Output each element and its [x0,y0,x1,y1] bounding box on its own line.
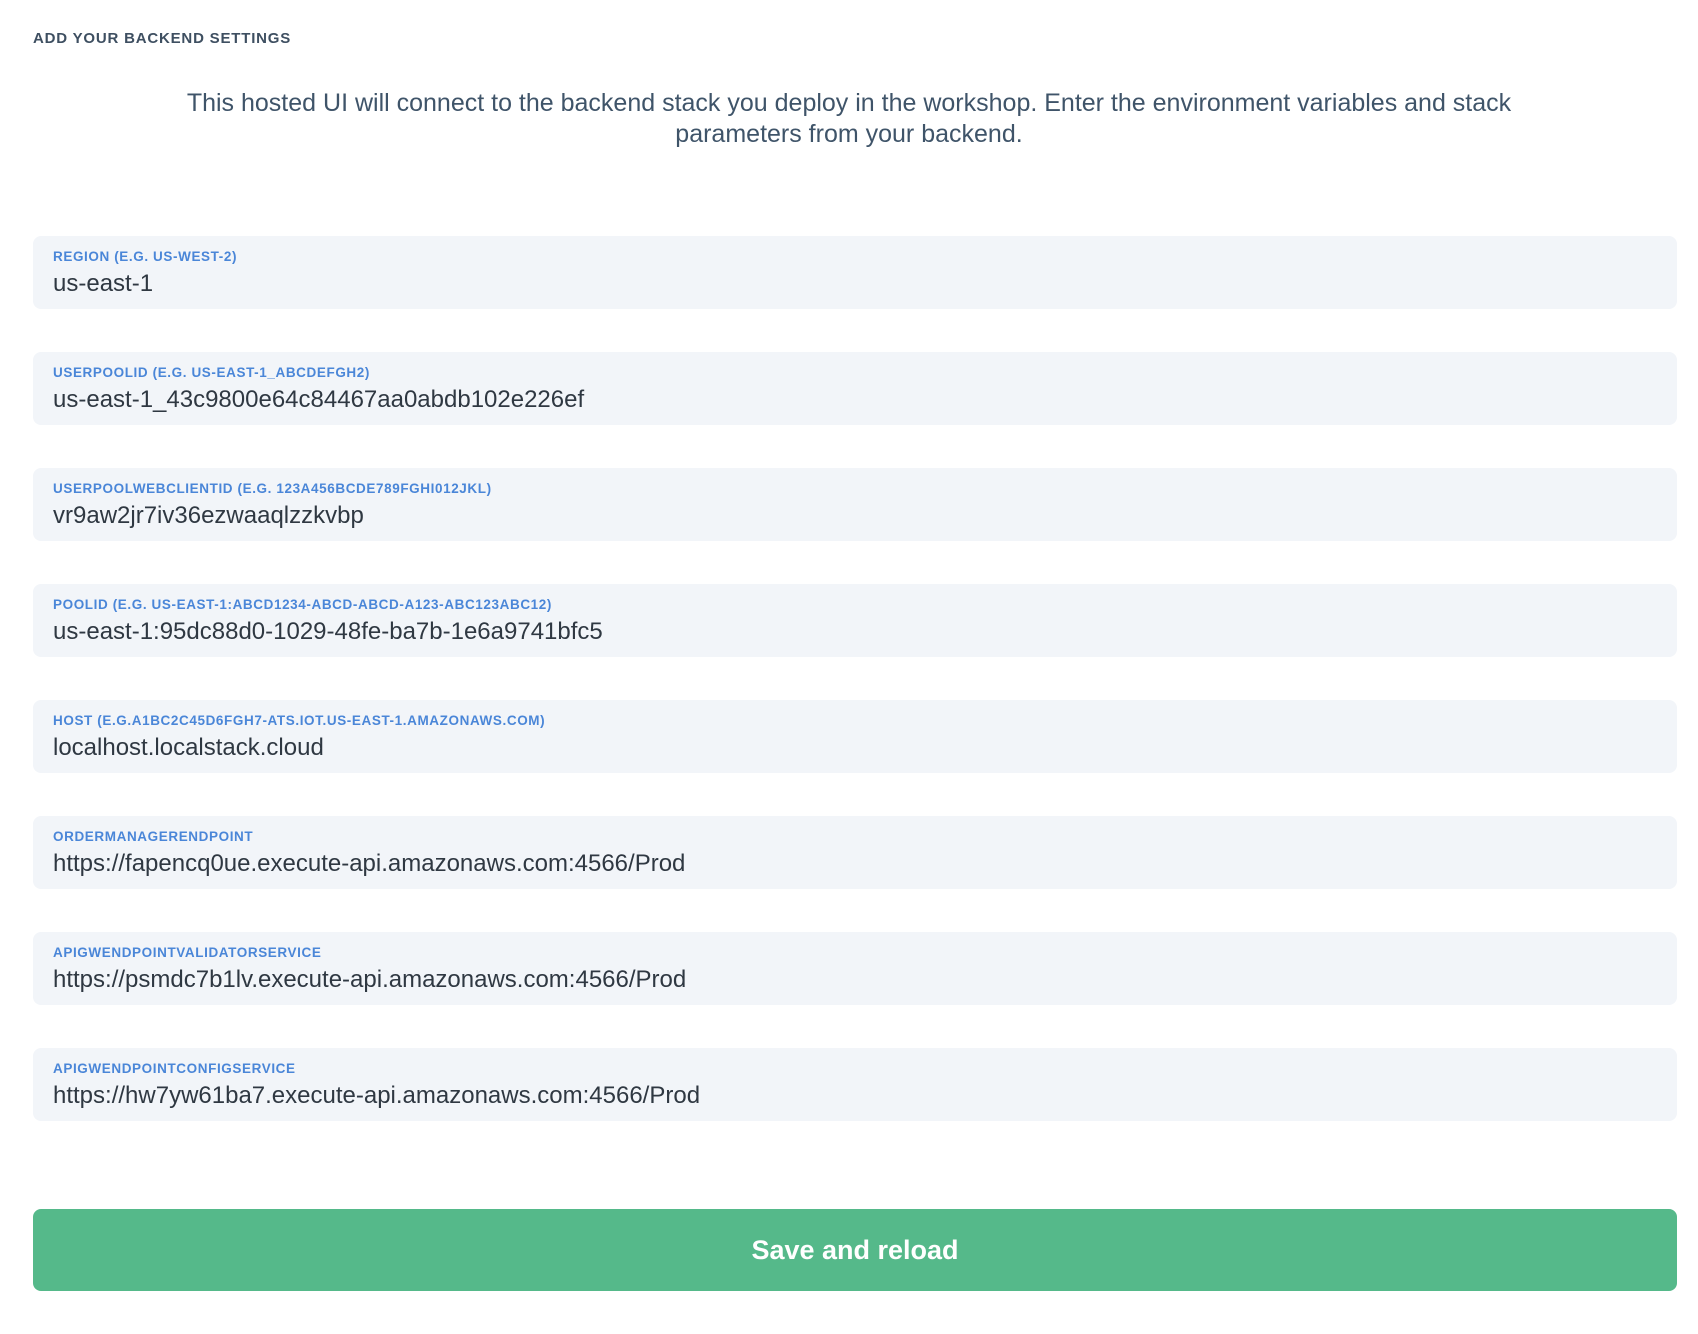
ordermanagerendpoint-input[interactable] [53,849,1657,879]
apigwendpointconfigservice-field: APIGWENDPOINTCONFIGSERVICE [33,1048,1677,1121]
page-subtitle: This hosted UI will connect to the backe… [149,88,1549,149]
apigwendpointvalidatorservice-input[interactable] [53,965,1657,995]
page-title: ADD YOUR BACKEND SETTINGS [33,30,1698,48]
save-and-reload-button[interactable]: Save and reload [33,1209,1677,1291]
poolid-input[interactable] [53,617,1657,647]
poolid-field: POOLID (E.G. US-EAST-1:ABCD1234-ABCD-ABC… [33,584,1677,657]
apigwendpointvalidatorservice-field: APIGWENDPOINTVALIDATORSERVICE [33,932,1677,1005]
apigwendpointconfigservice-label: APIGWENDPOINTCONFIGSERVICE [53,1061,1657,1077]
region-field: REGION (E.G. US-WEST-2) [33,236,1677,309]
settings-form: REGION (E.G. US-WEST-2) USERPOOLID (E.G.… [0,236,1698,1121]
host-field: HOST (E.G.A1BC2C45D6FGH7-ATS.IOT.US-EAST… [33,700,1677,773]
ordermanagerendpoint-label: ORDERMANAGERENDPOINT [53,829,1657,845]
userpoolwebclientid-input[interactable] [53,501,1657,531]
userpoolwebclientid-label: USERPOOLWEBCLIENTID (E.G. 123A456BCDE789… [53,481,1657,497]
userpoolid-field: USERPOOLID (E.G. US-EAST-1_ABCDEFGH2) [33,352,1677,425]
host-input[interactable] [53,733,1657,763]
region-input[interactable] [53,269,1657,299]
userpoolid-input[interactable] [53,385,1657,415]
poolid-label: POOLID (E.G. US-EAST-1:ABCD1234-ABCD-ABC… [53,597,1657,613]
host-label: HOST (E.G.A1BC2C45D6FGH7-ATS.IOT.US-EAST… [53,713,1657,729]
apigwendpointconfigservice-input[interactable] [53,1081,1657,1111]
userpoolwebclientid-field: USERPOOLWEBCLIENTID (E.G. 123A456BCDE789… [33,468,1677,541]
ordermanagerendpoint-field: ORDERMANAGERENDPOINT [33,816,1677,889]
region-label: REGION (E.G. US-WEST-2) [53,249,1657,265]
userpoolid-label: USERPOOLID (E.G. US-EAST-1_ABCDEFGH2) [53,365,1657,381]
apigwendpointvalidatorservice-label: APIGWENDPOINTVALIDATORSERVICE [53,945,1657,961]
